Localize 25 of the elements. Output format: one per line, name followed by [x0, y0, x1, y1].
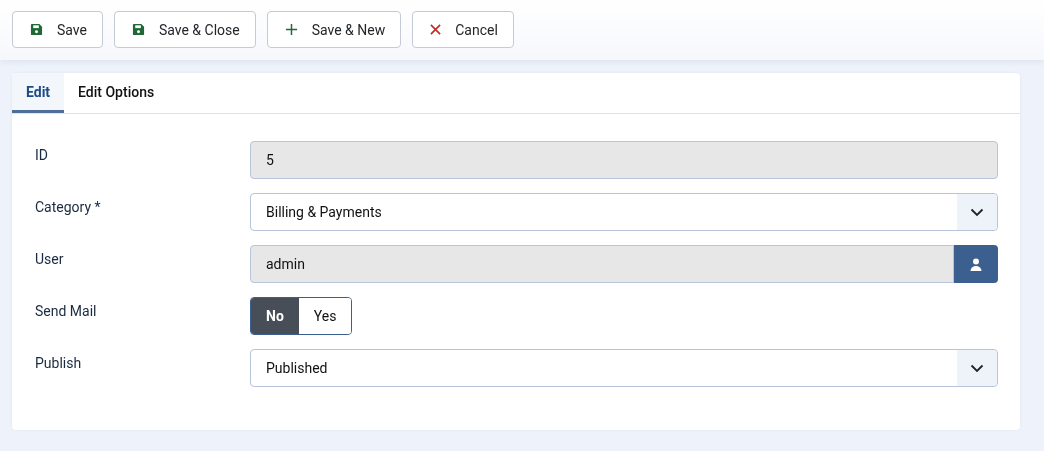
select-user-button[interactable] [954, 245, 998, 283]
user-icon [970, 257, 982, 271]
caret-icon [957, 194, 997, 230]
select-value: Billing & Payments [266, 204, 382, 220]
switch-option[interactable]: No [251, 298, 299, 334]
select-field[interactable]: Billing & Payments [250, 193, 998, 231]
field-label: User [35, 250, 65, 267]
toolbar-button[interactable]: Save & Close [113, 11, 256, 48]
toolbar-button[interactable]: Save [12, 11, 103, 48]
save-icon [131, 23, 145, 36]
select-value: Published [266, 360, 328, 376]
close-icon [430, 24, 442, 35]
save-icon [30, 23, 43, 36]
toolbar-button[interactable]: Cancel [412, 11, 514, 48]
toolbar-button[interactable]: Save & New [266, 11, 402, 48]
tab[interactable]: Edit [12, 73, 65, 113]
user-field[interactable]: admin [250, 245, 954, 283]
caret-icon [957, 350, 997, 386]
id-field[interactable]: 5 [250, 141, 998, 179]
select-field[interactable]: Published [250, 349, 998, 387]
field-label: Publish [35, 354, 83, 371]
field-label: Category * [35, 198, 102, 215]
field-label: ID [35, 146, 49, 163]
plus-icon [284, 23, 298, 36]
field-label: Send Mail [35, 302, 98, 319]
